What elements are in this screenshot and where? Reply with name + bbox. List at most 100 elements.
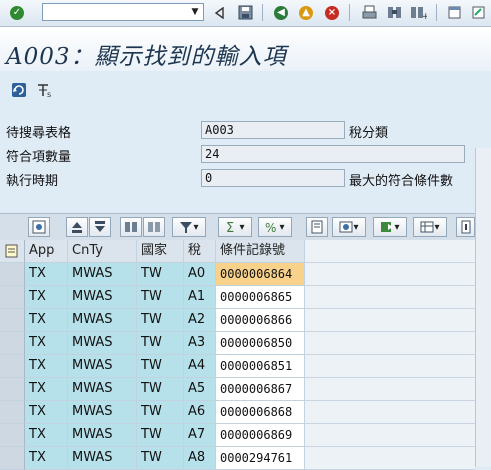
print-icon[interactable] [360, 4, 378, 21]
table-cell[interactable]: TX [25, 332, 68, 355]
details-icon[interactable] [28, 217, 50, 237]
subtotal-dropdown-icon[interactable]: % ▾ [258, 217, 292, 237]
table-row[interactable]: TX MWAS TW A6 0000006868 [0, 401, 475, 424]
save-icon[interactable] [236, 4, 254, 21]
row-selector[interactable] [0, 401, 25, 424]
exit-icon[interactable]: ▲ [297, 4, 315, 21]
toolbar-separator [349, 4, 350, 21]
find-icon[interactable] [120, 217, 142, 237]
table-cell[interactable]: TW [137, 401, 184, 424]
row-selector[interactable] [0, 424, 25, 447]
table-cell[interactable]: A5 [184, 378, 216, 401]
row-selector[interactable] [0, 332, 25, 355]
technical-settings-icon[interactable]: s [36, 82, 54, 98]
svg-text:+: + [422, 12, 427, 20]
table-row[interactable]: TX MWAS TW A2 0000006866 [0, 309, 475, 332]
sort-descending-icon[interactable] [89, 217, 111, 237]
hits-count-field[interactable]: 24 [201, 145, 465, 163]
table-cell[interactable]: TX [25, 378, 68, 401]
table-cell[interactable]: TW [137, 332, 184, 355]
table-cell[interactable]: 0000006869 [216, 424, 305, 447]
table-cell[interactable]: TW [137, 355, 184, 378]
table-cell[interactable]: TW [137, 309, 184, 332]
table-cell[interactable]: MWAS [68, 355, 137, 378]
table-cell[interactable]: MWAS [68, 401, 137, 424]
filter-dropdown-icon[interactable]: ▾ [172, 217, 206, 237]
table-cell[interactable]: A6 [184, 401, 216, 424]
table-row[interactable]: TX MWAS TW A0 0000006864 [0, 263, 475, 286]
row-selector[interactable] [0, 378, 25, 401]
find-next-icon[interactable]: + [409, 4, 427, 21]
command-field[interactable]: ▼ [42, 3, 204, 21]
table-cell[interactable]: A0 [184, 263, 216, 286]
info-icon[interactable] [456, 217, 475, 237]
search-table-field[interactable]: A003 [201, 121, 345, 139]
grid-empty-area [305, 240, 475, 263]
exec-time-field[interactable]: 0 [201, 169, 345, 187]
column-header-tax[interactable]: 稅 [184, 240, 216, 263]
table-cell[interactable]: 0000006850 [216, 332, 305, 355]
create-session-icon[interactable] [445, 4, 463, 21]
find-next-icon[interactable] [143, 217, 165, 237]
table-cell[interactable]: MWAS [68, 263, 137, 286]
grid-empty-area [305, 355, 475, 378]
table-cell[interactable]: A2 [184, 309, 216, 332]
table-row[interactable]: TX MWAS TW A5 0000006867 [0, 378, 475, 401]
refresh-icon[interactable] [10, 82, 28, 98]
command-field-collapse-icon[interactable] [210, 4, 228, 21]
table-cell[interactable]: 0000006851 [216, 355, 305, 378]
table-cell[interactable]: TX [25, 424, 68, 447]
table-cell[interactable]: MWAS [68, 378, 137, 401]
table-row[interactable]: TX MWAS TW A3 0000006850 [0, 332, 475, 355]
dropdown-arrow-icon[interactable]: ▼ [189, 5, 201, 19]
table-cell[interactable]: TW [137, 378, 184, 401]
table-cell[interactable]: 0000006865 [216, 286, 305, 309]
table-row[interactable]: TX MWAS TW A1 0000006865 [0, 286, 475, 309]
table-cell[interactable]: 0000006867 [216, 378, 305, 401]
vertical-scrollbar[interactable] [475, 148, 491, 467]
table-cell[interactable]: TX [25, 286, 68, 309]
column-header-country[interactable]: 國家 [137, 240, 184, 263]
find-icon[interactable] [385, 4, 403, 21]
grid-header-row: App CnTy 國家 稅 條件記錄號 [0, 240, 475, 263]
print-preview-icon[interactable] [306, 217, 328, 237]
enter-check-icon[interactable]: ✓ [8, 4, 26, 21]
column-header-condition-record[interactable]: 條件記錄號 [216, 240, 305, 263]
cancel-icon[interactable]: × [323, 4, 341, 21]
table-cell[interactable]: 0000006868 [216, 401, 305, 424]
table-cell[interactable]: MWAS [68, 286, 137, 309]
table-row[interactable]: TX MWAS TW A4 0000006851 [0, 355, 475, 378]
table-cell[interactable]: 0000006866 [216, 309, 305, 332]
row-selector[interactable] [0, 355, 25, 378]
table-cell[interactable]: TW [137, 286, 184, 309]
layout-dropdown-icon[interactable]: ▾ [413, 217, 447, 237]
back-icon[interactable]: ◀ [272, 4, 290, 21]
table-cell[interactable]: MWAS [68, 309, 137, 332]
table-row[interactable]: TX MWAS TW A7 0000006869 [0, 424, 475, 447]
row-selector[interactable] [0, 286, 25, 309]
table-cell[interactable]: MWAS [68, 332, 137, 355]
column-header-cnty[interactable]: CnTy [68, 240, 137, 263]
table-cell[interactable]: A7 [184, 424, 216, 447]
row-selector[interactable] [0, 263, 25, 286]
table-cell[interactable]: A3 [184, 332, 216, 355]
table-cell[interactable]: TW [137, 263, 184, 286]
row-selector[interactable] [0, 309, 25, 332]
table-cell[interactable]: A4 [184, 355, 216, 378]
grid-toolbar: ▾ Σ ▾ % ▾ ▾ ▾ ▾ [0, 213, 475, 241]
table-cell[interactable]: TX [25, 355, 68, 378]
table-cell[interactable]: 0000006864 [216, 263, 305, 286]
table-cell[interactable]: TW [137, 424, 184, 447]
views-dropdown-icon[interactable]: ▾ [332, 217, 366, 237]
generate-shortcut-icon[interactable] [469, 4, 487, 21]
table-cell[interactable]: TX [25, 263, 68, 286]
sort-ascending-icon[interactable] [66, 217, 88, 237]
table-cell[interactable]: A1 [184, 286, 216, 309]
total-dropdown-icon[interactable]: Σ ▾ [218, 217, 252, 237]
export-dropdown-icon[interactable]: ▾ [373, 217, 407, 237]
select-all-icon[interactable] [0, 240, 25, 263]
table-cell[interactable]: TX [25, 401, 68, 424]
table-cell[interactable]: TX [25, 309, 68, 332]
table-cell[interactable]: MWAS [68, 424, 137, 447]
column-header-app[interactable]: App [25, 240, 68, 263]
